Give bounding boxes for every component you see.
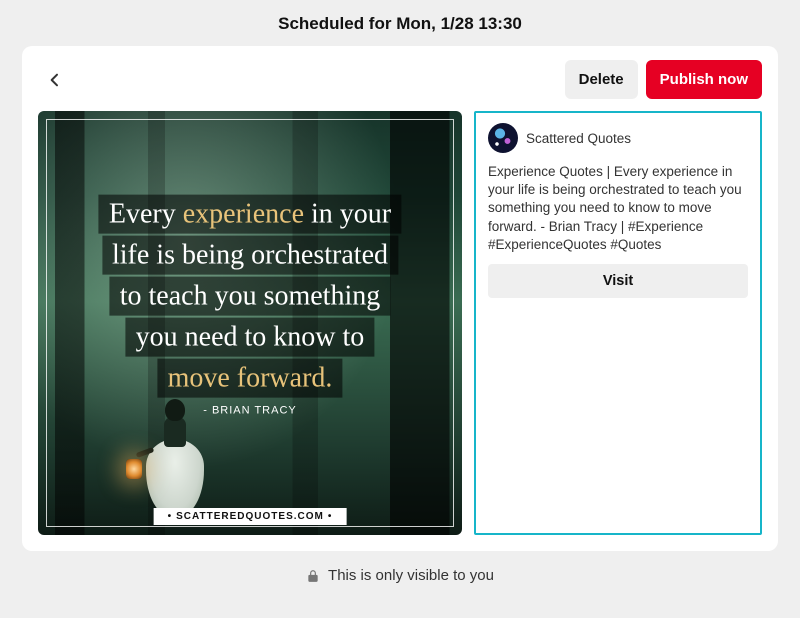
quote-line: life is being orchestrated bbox=[102, 236, 398, 275]
lock-icon bbox=[306, 569, 320, 583]
publish-now-button[interactable]: Publish now bbox=[646, 60, 762, 99]
back-button[interactable] bbox=[38, 63, 72, 97]
info-panel: Scattered Quotes Experience Quotes | Eve… bbox=[474, 111, 762, 535]
image-watermark: SCATTEREDQUOTES.COM bbox=[154, 508, 347, 525]
visibility-text: This is only visible to you bbox=[328, 567, 494, 584]
chevron-left-icon bbox=[47, 72, 63, 88]
quote-highlight: experience bbox=[183, 199, 304, 230]
action-buttons: Delete Publish now bbox=[565, 60, 762, 99]
pin-description: Experience Quotes | Every experience in … bbox=[488, 163, 748, 254]
content-row: Every experience in your life is being o… bbox=[38, 111, 762, 535]
visit-button[interactable]: Visit bbox=[488, 264, 748, 298]
quote-attribution: - BRIAN TRACY bbox=[80, 405, 419, 419]
pin-image[interactable]: Every experience in your life is being o… bbox=[38, 111, 462, 535]
profile-row[interactable]: Scattered Quotes bbox=[488, 123, 748, 153]
card-header: Delete Publish now bbox=[38, 60, 762, 99]
quote-text: Every experience in your life is being o… bbox=[80, 194, 419, 419]
delete-button[interactable]: Delete bbox=[565, 60, 638, 99]
pin-card: Delete Publish now Every experience in y… bbox=[22, 46, 778, 551]
avatar bbox=[488, 123, 518, 153]
page-title: Scheduled for Mon, 1/28 13:30 bbox=[0, 0, 800, 46]
quote-word: in your bbox=[304, 199, 391, 230]
quote-word: Every bbox=[109, 199, 183, 230]
profile-name: Scattered Quotes bbox=[526, 131, 631, 146]
quote-line: you need to know to bbox=[126, 318, 375, 357]
visibility-note: This is only visible to you bbox=[0, 551, 800, 584]
quote-line: to teach you something bbox=[110, 277, 391, 316]
quote-highlight: move forward. bbox=[158, 359, 343, 398]
